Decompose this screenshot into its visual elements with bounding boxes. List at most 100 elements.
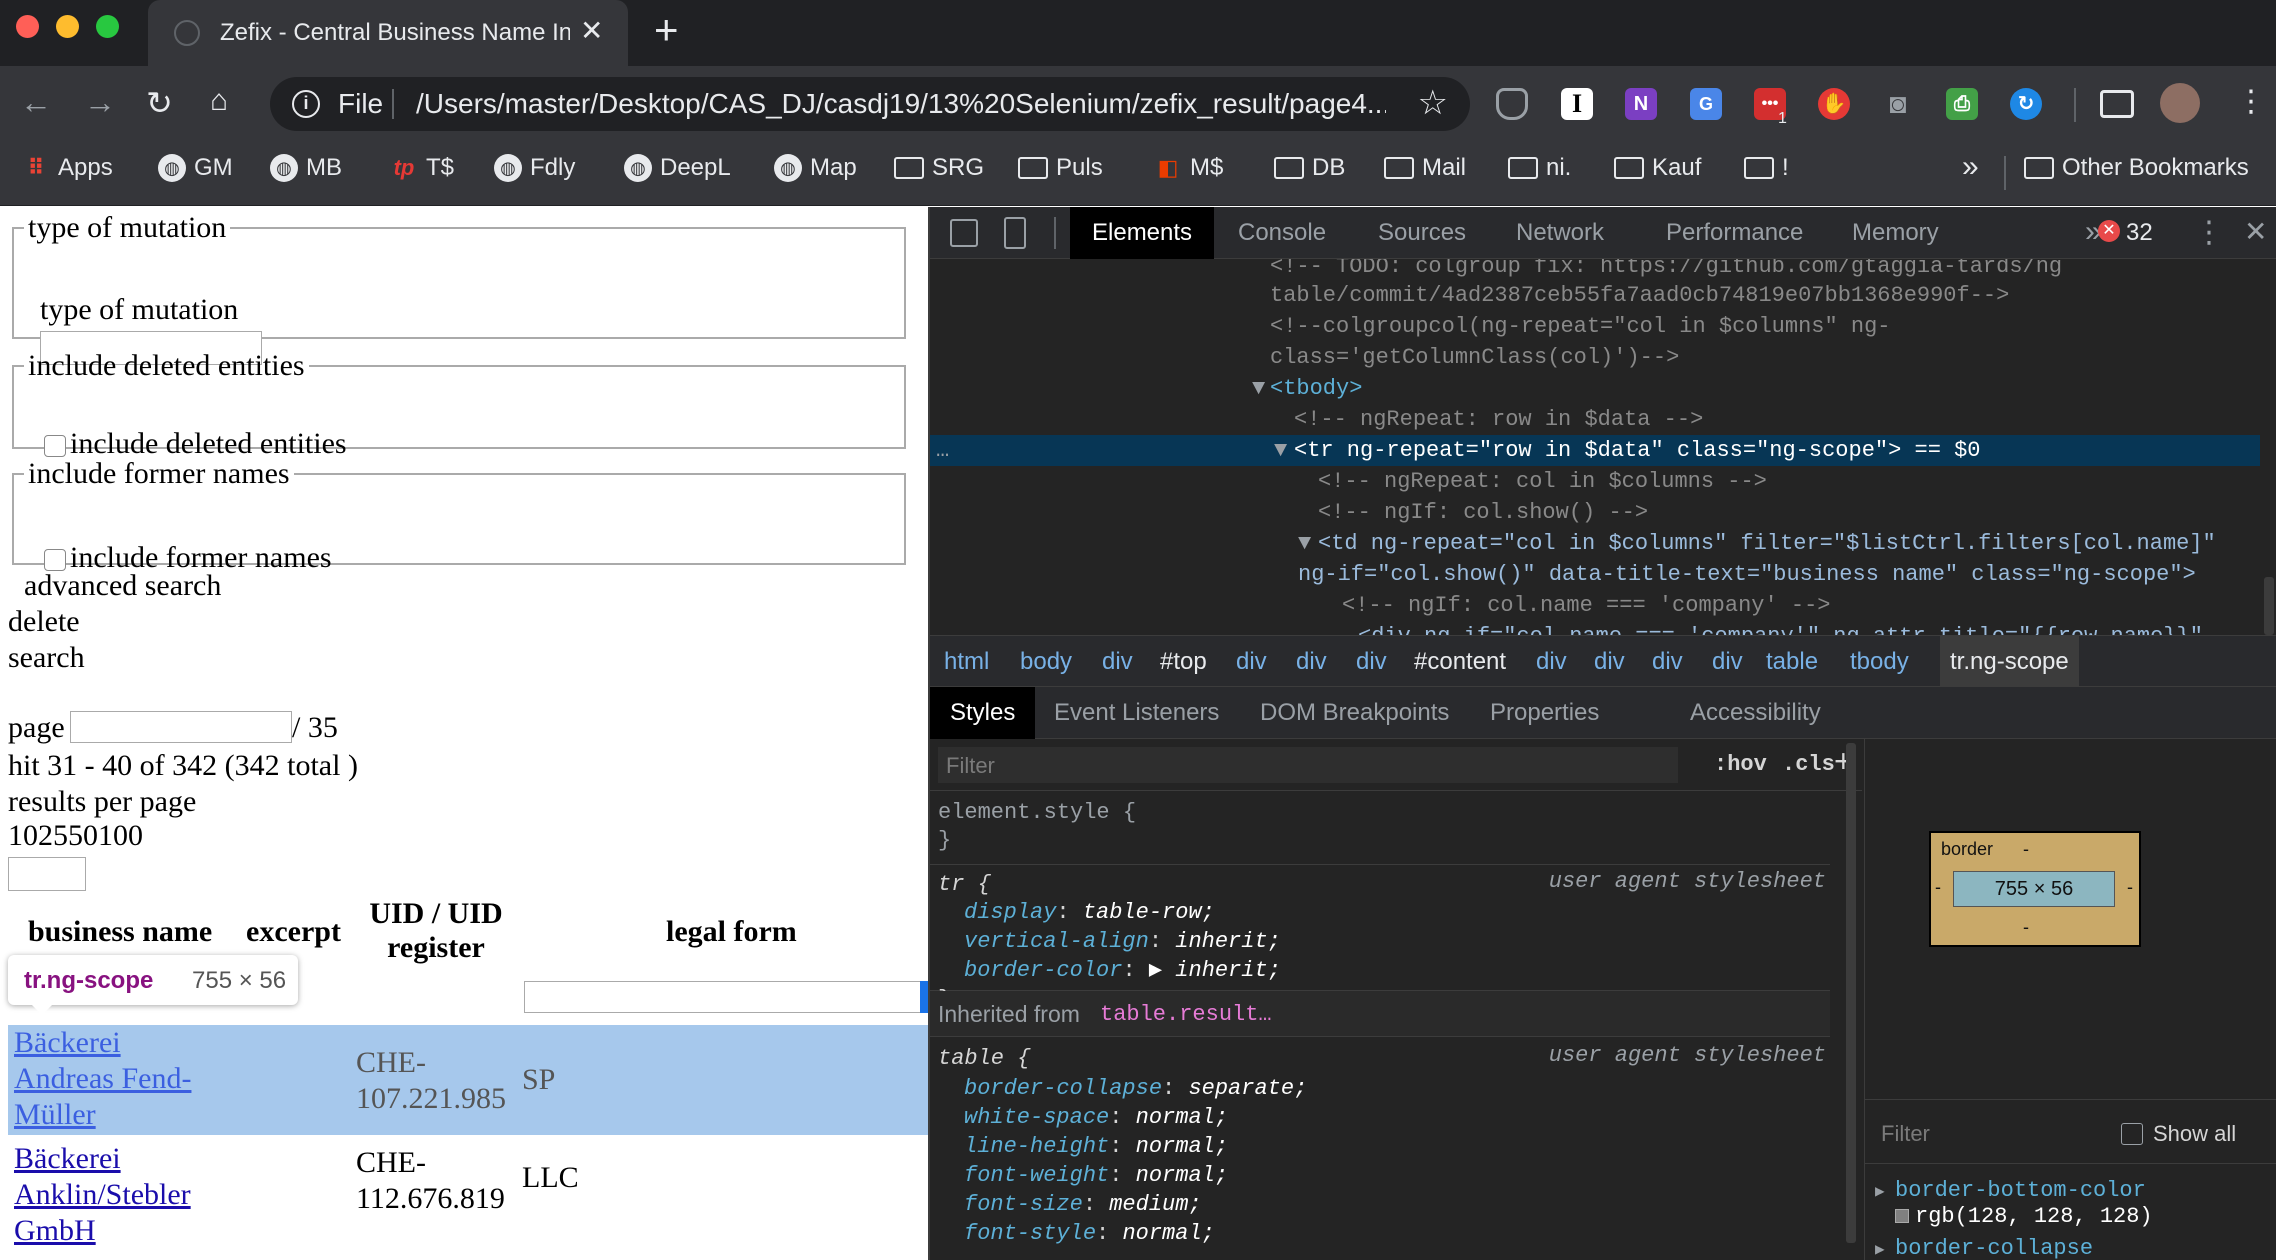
- include-former-checkbox[interactable]: [44, 549, 66, 572]
- dom-scrollbar[interactable]: [2264, 577, 2274, 635]
- bookmark-item[interactable]: ◍ Fdly: [494, 154, 575, 182]
- search-button[interactable]: search: [8, 641, 85, 675]
- tab-memory[interactable]: Memory: [1830, 207, 1961, 259]
- bookmark-item[interactable]: ◍ GM: [158, 154, 233, 182]
- subtab-event-listeners[interactable]: Event Listeners: [1054, 687, 1219, 739]
- bookmark-item[interactable]: ⠿ Apps: [22, 154, 112, 182]
- error-count[interactable]: 32: [2126, 219, 2153, 247]
- instapaper-extension-icon[interactable]: I: [1561, 88, 1593, 120]
- subtab-accessibility[interactable]: Accessibility: [1690, 687, 1821, 739]
- styles-filter-input[interactable]: Filter: [938, 747, 1678, 783]
- breadcrumb-item[interactable]: div: [1536, 636, 1567, 688]
- bookmark-item[interactable]: ◧ M$: [1154, 154, 1224, 182]
- minimize-window-button[interactable]: [56, 15, 79, 38]
- pocket-extension-icon[interactable]: [1496, 88, 1528, 120]
- dom-line[interactable]: <!-- ngRepeat: col in $columns -->: [1318, 466, 1767, 497]
- breadcrumb-item[interactable]: table: [1766, 636, 1818, 688]
- selected-dom-node[interactable]: … ▼ <tr ng-repeat="row in $data" class="…: [930, 435, 2260, 466]
- dom-line[interactable]: table/commit/4ad2387ceb55fa7aad0cb74819e…: [1270, 280, 2009, 311]
- dom-line[interactable]: class='getColumnClass(col)')-->: [1270, 342, 1679, 373]
- results-per-page-options[interactable]: 102550100: [8, 819, 143, 853]
- css-declaration[interactable]: border-color: ▶ inherit;: [964, 955, 1281, 986]
- address-bar[interactable]: i File /Users/master/Desktop/CAS_DJ/casd…: [270, 77, 1470, 131]
- adblock-extension-icon[interactable]: ✋: [1818, 88, 1850, 120]
- table-ua-rule[interactable]: table { user agent stylesheet border-col…: [930, 1037, 1830, 1260]
- breadcrumb-item[interactable]: body: [1020, 636, 1072, 688]
- forward-arrow-icon[interactable]: →: [84, 84, 116, 121]
- show-all-checkbox[interactable]: [2121, 1123, 2143, 1145]
- tr-toggle-icon[interactable]: ▼: [1274, 435, 1287, 466]
- subtab-properties[interactable]: Properties: [1490, 687, 1599, 739]
- breadcrumb-item[interactable]: tr.ng-scope: [1940, 636, 2079, 688]
- devtools-menu-icon[interactable]: ⋮: [2194, 215, 2224, 250]
- css-declaration[interactable]: vertical-align: inherit;: [964, 926, 1281, 957]
- delete-button[interactable]: delete: [8, 605, 80, 639]
- inherited-source-link[interactable]: table.result…: [1100, 999, 1272, 1030]
- dom-line[interactable]: <!--colgroupcol(ng-repeat="col in $colum…: [1270, 311, 1891, 342]
- tab-sources[interactable]: Sources: [1356, 207, 1488, 259]
- bookmark-item[interactable]: ◍ MB: [270, 154, 342, 182]
- back-arrow-icon[interactable]: ←: [20, 84, 52, 121]
- dom-line[interactable]: <tbody>: [1270, 373, 1362, 404]
- print-extension-icon[interactable]: ⎙: [1946, 88, 1978, 120]
- business-name-link[interactable]: Bäckerei Andreas Fend- Müller: [14, 1025, 191, 1133]
- element-style-rule[interactable]: element.style { }: [930, 791, 1830, 865]
- subtab-dom-breakpoints[interactable]: DOM Breakpoints: [1260, 687, 1449, 739]
- bookmark-item[interactable]: ◍ Map: [774, 154, 857, 182]
- breadcrumb-item[interactable]: div: [1236, 636, 1267, 688]
- sync-extension-icon[interactable]: ↻: [2010, 88, 2042, 120]
- dom-line[interactable]: ng-if="col.show()" data-title-text="busi…: [1298, 559, 2196, 590]
- close-window-button[interactable]: [16, 15, 39, 38]
- inspect-element-icon[interactable]: [950, 219, 978, 247]
- onenote-extension-icon[interactable]: N: [1625, 88, 1657, 120]
- subtab-styles[interactable]: Styles: [930, 687, 1036, 739]
- page-number-input[interactable]: [70, 711, 292, 743]
- table-row[interactable]: Bäckerei Andreas Fend- Müller CHE- 107.221.…: [8, 1025, 928, 1135]
- home-icon[interactable]: ⌂: [210, 84, 228, 118]
- breadcrumb-item[interactable]: tbody: [1850, 636, 1909, 688]
- legal-form-filter-input[interactable]: [524, 981, 928, 1013]
- new-tab-button[interactable]: +: [654, 6, 679, 54]
- close-tab-icon[interactable]: ✕: [580, 14, 603, 47]
- dom-line[interactable]: <div ng-if="col.name === 'company'" ng-a…: [1358, 621, 2203, 635]
- bookmark-item[interactable]: !: [1744, 154, 1789, 182]
- bookmarks-overflow-icon[interactable]: »: [1962, 150, 1979, 184]
- css-declaration[interactable]: line-height: normal;: [964, 1131, 1228, 1162]
- site-info-icon[interactable]: i: [292, 90, 320, 118]
- maximize-window-button[interactable]: [96, 15, 119, 38]
- browser-menu-icon[interactable]: ⋮: [2236, 84, 2266, 119]
- close-devtools-icon[interactable]: ✕: [2244, 215, 2267, 248]
- advanced-search-toggle[interactable]: advanced search: [24, 569, 221, 603]
- bookmark-item[interactable]: SRG: [894, 154, 984, 182]
- device-toolbar-icon[interactable]: [1004, 217, 1026, 249]
- css-declaration[interactable]: border-collapse: separate;: [964, 1073, 1307, 1104]
- breadcrumb-item[interactable]: div: [1594, 636, 1625, 688]
- tab-network[interactable]: Network: [1494, 207, 1626, 259]
- dom-line[interactable]: <!-- TODO: colgroup fix: https://github.…: [1270, 259, 2062, 282]
- box-model-border[interactable]: border - - - - 755 × 56: [1929, 831, 2141, 947]
- breadcrumb-item[interactable]: div: [1102, 636, 1133, 688]
- dom-line[interactable]: <!-- ngIf: col.name === 'company' -->: [1342, 590, 1830, 621]
- header-uid[interactable]: UID / UID register: [356, 897, 516, 965]
- results-per-page-input[interactable]: [8, 857, 86, 891]
- url-text[interactable]: /Users/master/Desktop/CAS_DJ/casdj19/13%…: [416, 88, 1386, 120]
- include-deleted-checkbox[interactable]: [44, 435, 66, 458]
- css-declaration[interactable]: font-size: medium;: [964, 1189, 1202, 1220]
- browser-tab[interactable]: Zefix - Central Business Name In ✕: [148, 0, 628, 66]
- breadcrumb-item[interactable]: #content: [1414, 636, 1506, 688]
- breadcrumb-item[interactable]: #top: [1160, 636, 1207, 688]
- css-declaration[interactable]: font-style: normal;: [964, 1218, 1215, 1249]
- css-declaration[interactable]: display: table-row;: [964, 897, 1215, 928]
- tab-console[interactable]: Console: [1216, 207, 1348, 259]
- computed-filter-input[interactable]: Filter: [1881, 1121, 1930, 1147]
- expand-icon[interactable]: ▶: [1875, 1235, 1885, 1260]
- dom-line[interactable]: <!-- ngRepeat: row in $data -->: [1294, 404, 1703, 435]
- header-business-name[interactable]: business name: [28, 915, 212, 949]
- css-declaration[interactable]: font-weight: normal;: [964, 1160, 1228, 1191]
- cls-toggle[interactable]: .cls: [1782, 749, 1835, 780]
- tr-ua-rule[interactable]: tr { user agent stylesheet display: tabl…: [930, 865, 1830, 1012]
- bookmark-item[interactable]: Mail: [1384, 154, 1466, 182]
- error-icon[interactable]: ✕: [2098, 220, 2120, 242]
- bookmark-item[interactable]: tp T$: [390, 154, 454, 182]
- bookmark-item[interactable]: DB: [1274, 154, 1345, 182]
